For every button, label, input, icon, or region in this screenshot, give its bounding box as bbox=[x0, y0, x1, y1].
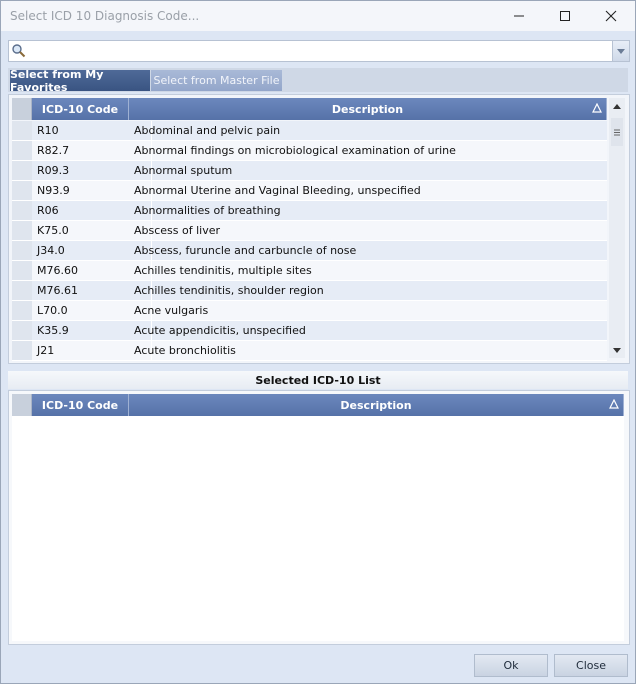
dialog-footer: Ok Close bbox=[1, 651, 635, 683]
tab-master-file[interactable]: Select from Master File bbox=[151, 70, 282, 91]
row-selector[interactable] bbox=[12, 201, 32, 221]
row-selector[interactable] bbox=[12, 241, 32, 261]
description-cell: Achilles tendinitis, multiple sites bbox=[134, 264, 312, 277]
column-header-code[interactable]: ICD-10 Code bbox=[32, 98, 129, 120]
selected-list-title: Selected ICD-10 List bbox=[8, 371, 628, 389]
description-cell: Acute appendicitis, unspecified bbox=[134, 324, 306, 337]
table-row[interactable]: N93.9 Abnormal Uterine and Vaginal Bleedi… bbox=[32, 181, 607, 201]
sort-ascending-icon bbox=[592, 103, 602, 113]
description-cell: Abscess, furuncle and carbuncle of nose bbox=[134, 244, 357, 257]
icd-code-cell: J21 bbox=[37, 344, 55, 357]
row-selector[interactable] bbox=[12, 221, 32, 241]
column-header-description[interactable]: Description bbox=[129, 98, 607, 120]
row-selector[interactable] bbox=[12, 301, 32, 321]
icd-code-cell: L70.0 bbox=[37, 304, 68, 317]
selected-column-header-code[interactable]: ICD-10 Code bbox=[32, 394, 129, 416]
icd-code-cell: M76.61 bbox=[37, 284, 78, 297]
search-dropdown-button[interactable] bbox=[612, 41, 629, 61]
row-selector[interactable] bbox=[12, 281, 32, 301]
table-row[interactable]: K35.9 Acute appendicitis, unspecified bbox=[32, 321, 607, 341]
table-row[interactable]: M76.60 Achilles tendinitis, multiple site… bbox=[32, 261, 607, 281]
row-selector[interactable] bbox=[12, 121, 32, 141]
search-input[interactable] bbox=[29, 42, 608, 60]
column-header-description-label: Description bbox=[331, 102, 404, 116]
close-button[interactable]: Close bbox=[554, 654, 628, 677]
table-row[interactable]: K75.0 Abscess of liver bbox=[32, 221, 607, 241]
vertical-scrollbar[interactable] bbox=[609, 98, 625, 358]
chevron-down-icon bbox=[617, 48, 625, 54]
description-cell: Acne vulgaris bbox=[134, 304, 209, 317]
description-cell: Abscess of liver bbox=[134, 224, 221, 237]
row-selector[interactable] bbox=[12, 321, 32, 341]
maximize-button[interactable] bbox=[542, 1, 588, 31]
ok-button[interactable]: Ok bbox=[474, 654, 548, 677]
scrollbar-thumb[interactable] bbox=[611, 118, 623, 146]
row-selector[interactable] bbox=[12, 141, 32, 161]
tab-my-favorites[interactable]: Select from My Favorites bbox=[10, 68, 150, 94]
dialog-window: Select ICD 10 Diagnosis Code... Select f… bbox=[0, 0, 636, 684]
search-combobox[interactable] bbox=[8, 40, 630, 62]
icd-code-cell: K75.0 bbox=[37, 224, 69, 237]
row-selector[interactable] bbox=[12, 261, 32, 281]
table-row[interactable]: R10 Abdominal and pelvic pain bbox=[32, 121, 607, 141]
selected-column-header-description[interactable]: Description bbox=[129, 394, 624, 416]
table-row[interactable]: R09.3 Abnormal sputum bbox=[32, 161, 607, 181]
row-selector[interactable] bbox=[12, 341, 32, 361]
table-row[interactable]: M76.61 Achilles tendinitis, shoulder regi… bbox=[32, 281, 607, 301]
close-icon bbox=[605, 10, 617, 22]
description-cell: Abnormal findings on microbiological exa… bbox=[134, 144, 456, 157]
window-title: Select ICD 10 Diagnosis Code... bbox=[10, 9, 200, 23]
table-row[interactable]: J34.0 Abscess, furuncle and carbuncle of … bbox=[32, 241, 607, 261]
description-cell: Abnormal Uterine and Vaginal Bleeding, u… bbox=[134, 184, 421, 197]
close-window-button[interactable] bbox=[588, 1, 634, 31]
triangle-up-icon bbox=[613, 103, 621, 109]
icd-code-cell: J34.0 bbox=[37, 244, 65, 257]
selected-list-body[interactable] bbox=[12, 416, 624, 641]
grip-icon bbox=[614, 129, 620, 135]
table-row[interactable]: L70.0 Acne vulgaris bbox=[32, 301, 607, 321]
triangle-down-icon bbox=[613, 347, 621, 353]
icd-code-cell: R06 bbox=[37, 204, 59, 217]
description-cell: Acute bronchiolitis bbox=[134, 344, 236, 357]
selected-row-selector-header[interactable] bbox=[12, 394, 32, 416]
description-cell: Abnormal sputum bbox=[134, 164, 233, 177]
icd-code-cell: K35.9 bbox=[37, 324, 69, 337]
tab-strip: Select from My Favorites Select from Mas… bbox=[8, 68, 628, 94]
minimize-button[interactable] bbox=[496, 1, 542, 31]
icd-code-cell: R09.3 bbox=[37, 164, 70, 177]
table-row[interactable]: R82.7 Abnormal findings on microbiologica… bbox=[32, 141, 607, 161]
icd-code-cell: N93.9 bbox=[37, 184, 70, 197]
table-row[interactable]: R06 Abnormalities of breathing bbox=[32, 201, 607, 221]
scroll-down-button[interactable] bbox=[609, 342, 625, 358]
description-cell: Abnormalities of breathing bbox=[134, 204, 281, 217]
maximize-icon bbox=[560, 11, 570, 21]
sort-ascending-icon bbox=[609, 399, 619, 409]
row-selector[interactable] bbox=[12, 181, 32, 201]
description-cell: Abdominal and pelvic pain bbox=[134, 124, 281, 137]
selected-grid: ICD-10 Code Description bbox=[8, 390, 630, 645]
row-selector-header[interactable] bbox=[12, 98, 32, 120]
icd-code-cell: R10 bbox=[37, 124, 59, 137]
selected-column-header-description-label: Description bbox=[340, 398, 412, 412]
title-bar[interactable]: Select ICD 10 Diagnosis Code... bbox=[1, 1, 635, 31]
icd-code-cell: R82.7 bbox=[37, 144, 70, 157]
scroll-up-button[interactable] bbox=[609, 98, 625, 114]
icd-code-cell: M76.60 bbox=[37, 264, 78, 277]
search-icon bbox=[12, 44, 26, 58]
row-selector[interactable] bbox=[12, 161, 32, 181]
table-row[interactable]: J21 Acute bronchiolitis bbox=[32, 341, 607, 361]
minimize-icon bbox=[514, 15, 524, 17]
description-cell: Achilles tendinitis, shoulder region bbox=[134, 284, 324, 297]
favorites-grid: ICD-10 Code Description R10 Abdominal and… bbox=[8, 94, 630, 364]
